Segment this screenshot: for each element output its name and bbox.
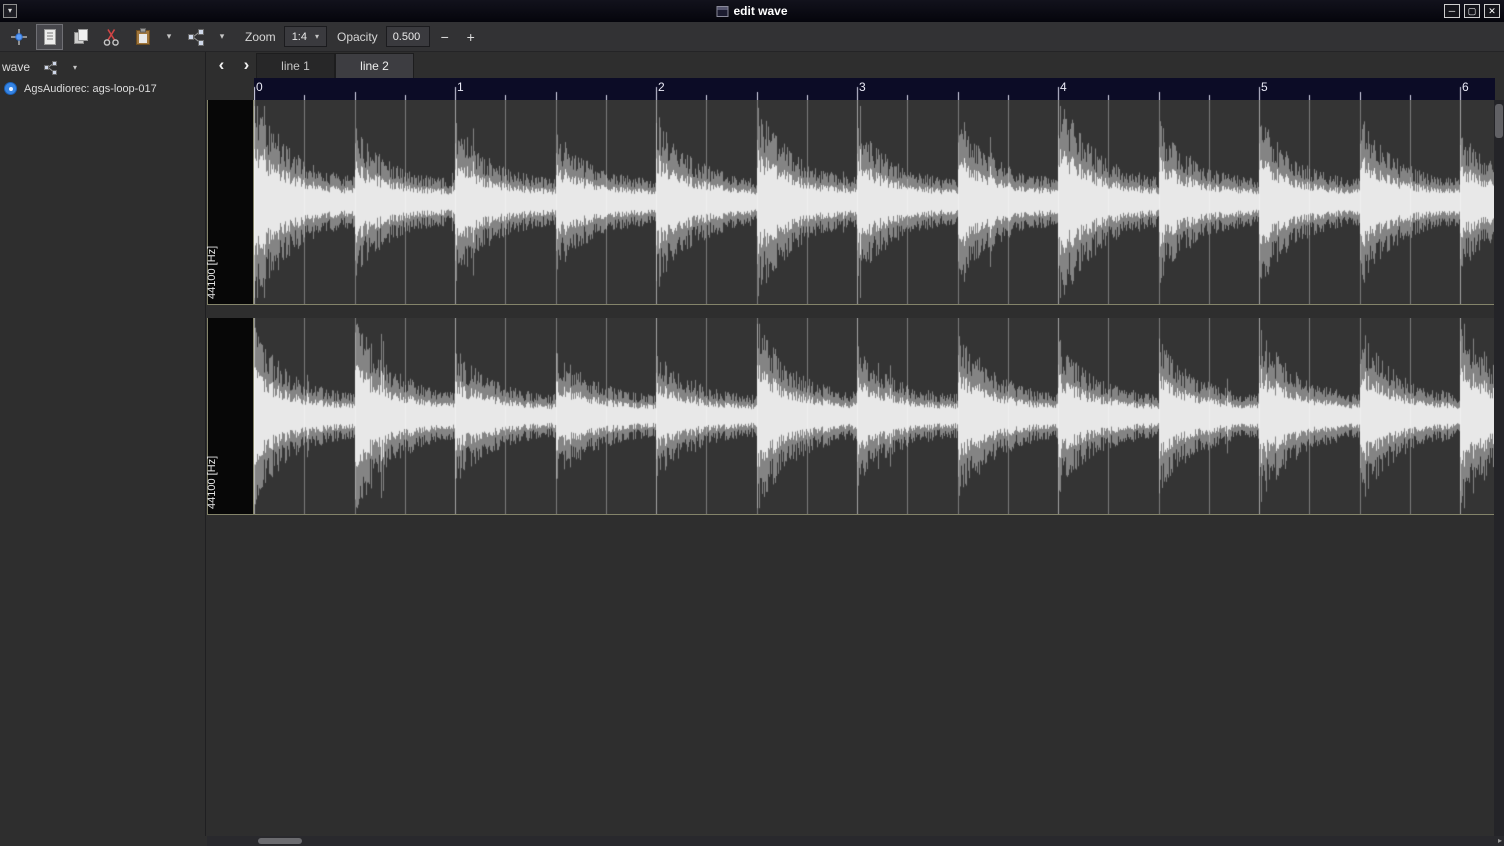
ruler-number: 2 [658, 80, 665, 94]
tool-popup-button[interactable] [182, 24, 209, 50]
time-ruler: 0 1 2 3 4 5 6 [254, 78, 1495, 100]
ruler-number: 6 [1462, 80, 1469, 94]
tab-line-2[interactable]: line 2 [335, 53, 414, 78]
paste-icon [133, 27, 153, 47]
ruler-number: 4 [1060, 80, 1067, 94]
main-area: wave ▾ AgsAudiorec: ags-loop-017 ‹ › [0, 52, 1504, 836]
wave-label: wave [2, 60, 30, 74]
maximize-button[interactable]: ▢ [1464, 4, 1480, 18]
ruler-number: 0 [256, 80, 263, 94]
ruler-number: 3 [859, 80, 866, 94]
position-cursor-icon [9, 27, 29, 47]
waveform-canvas-0[interactable] [254, 100, 1495, 304]
titlebar: ▾ edit wave ─ ▢ ✕ [0, 0, 1504, 22]
wave-channel-0: 44100 [Hz] [207, 100, 1495, 305]
machine-label: AgsAudiorec: ags-loop-017 [24, 83, 157, 95]
copy-button[interactable] [67, 24, 94, 50]
samplerate-label: 44100 [Hz] [206, 246, 218, 299]
ruler-number: 5 [1261, 80, 1268, 94]
copy-icon [71, 27, 91, 47]
paste-button[interactable] [129, 24, 156, 50]
ruler-ticks [254, 78, 1495, 100]
minimize-button[interactable]: ─ [1444, 4, 1460, 18]
samplerate-label: 44100 [Hz] [206, 456, 218, 509]
opacity-input[interactable]: 0.500 [386, 26, 430, 47]
wave-editor: ‹ › line 1 line 2 0 1 2 3 4 5 6 44100 [Hz] 441… [207, 52, 1504, 836]
select-tool-icon [40, 27, 60, 47]
samplerate-strip: 44100 [Hz] [208, 100, 254, 304]
close-button[interactable]: ✕ [1484, 4, 1500, 18]
opacity-increase-button[interactable]: + [460, 26, 482, 48]
wave-channel-1: 44100 [Hz] [207, 318, 1495, 515]
wave-selector[interactable]: wave ▾ [0, 52, 205, 78]
cut-icon [102, 27, 122, 47]
tab-scroll-back-button[interactable]: ‹ [210, 54, 233, 77]
tool-dropdown-button[interactable]: ▾ [214, 24, 230, 50]
cut-button[interactable] [98, 24, 125, 50]
vertical-scrollbar[interactable] [1494, 100, 1504, 836]
window-title: edit wave [733, 4, 787, 18]
tab-line-1[interactable]: line 1 [256, 53, 335, 78]
chevron-down-icon: ▾ [73, 63, 77, 72]
zoom-combo[interactable]: 1:4 ▾ [284, 26, 327, 47]
paste-dropdown-button[interactable]: ▾ [161, 24, 177, 50]
horizontal-scrollbar[interactable]: ▸ [207, 836, 1504, 846]
machine-sidebar: wave ▾ AgsAudiorec: ags-loop-017 [0, 52, 206, 836]
node-tool-icon [42, 59, 59, 76]
zoom-value: 1:4 [292, 31, 307, 43]
window-controls: ─ ▢ ✕ [1444, 4, 1500, 18]
opacity-label: Opacity [337, 30, 378, 44]
window-title-area: edit wave [716, 0, 787, 22]
samplerate-strip: 44100 [Hz] [208, 318, 254, 514]
wave-toolbar: ▾ ▾ Zoom 1:4 ▾ Opacity 0.500 − + [0, 22, 1504, 52]
window-menu-button[interactable]: ▾ [3, 4, 17, 18]
position-cursor-button[interactable] [5, 24, 32, 50]
machine-radio-selected[interactable] [4, 82, 17, 95]
ruler-number: 1 [457, 80, 464, 94]
waveform-canvas-1[interactable] [254, 318, 1495, 514]
opacity-decrease-button[interactable]: − [434, 26, 456, 48]
horizontal-scrollbar-thumb[interactable] [258, 838, 302, 844]
machine-radio-row[interactable]: AgsAudiorec: ags-loop-017 [0, 78, 205, 99]
chevron-down-icon: ▾ [315, 32, 319, 41]
vertical-scrollbar-thumb[interactable] [1495, 104, 1503, 138]
zoom-label: Zoom [245, 30, 276, 44]
node-tool-icon [186, 27, 206, 47]
window-icon [716, 6, 728, 17]
scroll-right-icon[interactable]: ▸ [1498, 836, 1502, 846]
edit-wave-window: ▾ edit wave ─ ▢ ✕ [0, 0, 1504, 846]
select-tool-button[interactable] [36, 24, 63, 50]
tab-scroll-forward-button[interactable]: › [235, 54, 258, 77]
line-tabs: line 1 line 2 [256, 53, 414, 78]
